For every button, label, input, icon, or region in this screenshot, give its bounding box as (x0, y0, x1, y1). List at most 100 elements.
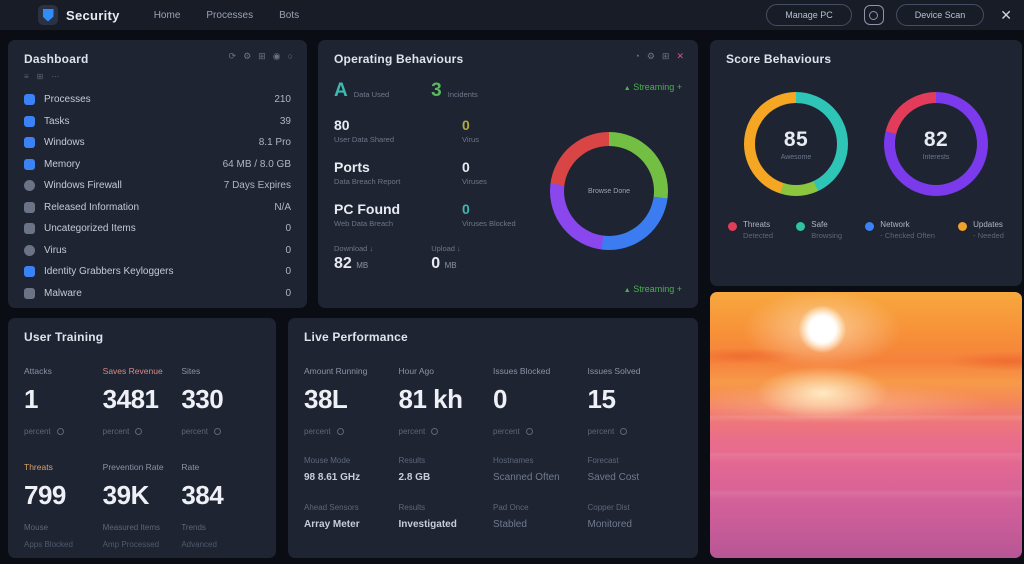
legend-item: Threats Detected (728, 220, 773, 240)
upload-stat: Upload ↓ 0 MB (431, 244, 461, 273)
app-title: Security (66, 8, 120, 23)
legend-item: Network - Checked Often (865, 220, 935, 240)
streaming-indicator-top: ▲ Streaming + (624, 82, 682, 92)
training-grid: Attacks 1percentSaves Revenue 3481percen… (24, 366, 260, 549)
dashboard-list-item[interactable]: Tasks 39 (24, 111, 291, 133)
dashboard-list-item[interactable]: Windows Firewall 7 Days Expires (24, 175, 291, 197)
dots-icon[interactable]: ⋯ (51, 72, 59, 81)
item-value: 0 (285, 288, 291, 299)
dashboard-panel-actions: ⟳ ⚙ ⊞ ◉ ○ (229, 52, 293, 61)
dashboard-list-item[interactable]: Identity Grabbers Keyloggers 0 (24, 261, 291, 283)
stat-value: 80 (334, 117, 462, 133)
sunset-photo (710, 292, 1022, 558)
live-stat: Issues Blocked 0 percent (493, 366, 588, 436)
settings-icon[interactable]: ⚙ (647, 52, 655, 61)
stat-label: Web Data Breach (334, 219, 462, 228)
live-title: Live Performance (304, 330, 682, 344)
refresh-icon[interactable]: ⟳ (229, 52, 237, 61)
items-icon (24, 223, 35, 234)
dashboard-list-item[interactable]: Virus 0 (24, 240, 291, 262)
grid-icon[interactable]: ⊞ (258, 52, 266, 61)
memory-icon (24, 159, 35, 170)
virus-icon (24, 245, 35, 256)
live-detail: Copper Dist Monitored (588, 503, 683, 530)
circle-icon[interactable]: ○ (288, 52, 293, 61)
remove-icon[interactable]: ✕ (676, 52, 684, 61)
item-label: Tasks (44, 116, 70, 127)
download-stat: Download ↓ 82 MB (334, 244, 373, 273)
processes-icon (24, 94, 35, 105)
streaming-indicator-bottom: ▲ Streaming + (624, 284, 682, 294)
stat-value: Ports (334, 159, 462, 175)
dashboard-list-item[interactable]: Uncategorized Items 0 (24, 218, 291, 240)
item-label: Windows (44, 137, 85, 148)
nav-home[interactable]: Home (154, 10, 181, 21)
item-value: 39 (280, 116, 291, 127)
item-label: Windows Firewall (44, 180, 122, 191)
item-value: 0 (285, 223, 291, 234)
info-icon[interactable] (214, 428, 221, 435)
dashboard-list-item[interactable]: Released Information N/A (24, 197, 291, 219)
target-icon[interactable]: ◉ (273, 52, 281, 61)
live-detail: Pad Once Stabled (493, 503, 588, 530)
live-stat: Hour Ago 81 kh percent (399, 366, 494, 436)
operating-panel: Operating Behaviours ◔ ⚙ ⊞ ✕ ▲ Streaming… (318, 40, 698, 308)
info-icon[interactable] (526, 428, 533, 435)
live-detail: Ahead Sensors Array Meter (304, 503, 399, 530)
clock-icon[interactable]: ◔ (634, 52, 639, 61)
training-title: User Training (24, 330, 260, 344)
dashboard-panel: Dashboard ⟳ ⚙ ⊞ ◉ ○ ≡ ⊞ ⋯ Processes 210 … (8, 40, 307, 308)
dashboard-list-item[interactable]: Memory 64 MB / 8.0 GB (24, 154, 291, 176)
app-brand: Security (38, 5, 120, 25)
apps-icon[interactable]: ⊞ (37, 72, 44, 81)
firewall-icon (24, 180, 35, 191)
dashboard-list-item[interactable]: Malware 0 (24, 283, 291, 305)
item-value: 64 MB / 8.0 GB (223, 159, 291, 170)
score-gauge-interests: 82 Interests (884, 92, 988, 196)
stat-right-label: Viruses Blocked (462, 219, 516, 228)
windows-icon (24, 137, 35, 148)
item-value: 0 (285, 245, 291, 256)
info-icon[interactable] (431, 428, 438, 435)
item-value: 8.1 Pro (259, 137, 291, 148)
live-detail: Forecast Saved Cost (588, 456, 683, 483)
operating-title: Operating Behaviours (334, 52, 682, 66)
scan-shield-icon[interactable] (864, 5, 884, 25)
legend-dot-icon (865, 222, 874, 231)
manage-pc-button[interactable]: Manage PC (766, 4, 852, 26)
nav-bots[interactable]: Bots (279, 10, 299, 21)
dashboard-list-item[interactable]: Windows 8.1 Pro (24, 132, 291, 154)
tasks-icon (24, 116, 35, 127)
menu-icon[interactable]: ≡ (24, 72, 29, 81)
training-panel: User Training Attacks 1percentSaves Reve… (8, 318, 276, 558)
nav-processes[interactable]: Processes (206, 10, 253, 21)
score-title: Score Behaviours (726, 52, 1006, 66)
gauge-value: 82 (924, 128, 948, 152)
training-stat: Threats 799MouseApps Blocked (24, 462, 103, 549)
stat-label: Data Breach Report (334, 177, 462, 186)
info-icon[interactable] (135, 428, 142, 435)
up-arrow-icon: ▲ (624, 85, 631, 92)
training-stat: Saves Revenue 3481percent (103, 366, 182, 436)
training-stat: Rate 384TrendsAdvanced (181, 462, 260, 549)
close-icon[interactable]: ✕ (1000, 7, 1012, 24)
item-label: Virus (44, 245, 67, 256)
live-panel: Live Performance Amount Running 38L perc… (288, 318, 698, 558)
grid-icon[interactable]: ⊞ (662, 52, 670, 61)
info-icon[interactable] (57, 428, 64, 435)
settings-icon[interactable]: ⚙ (243, 52, 251, 61)
stat-label: User Data Shared (334, 135, 462, 144)
item-value: 210 (274, 94, 291, 105)
up-arrow-icon: ▲ (624, 287, 631, 294)
gauge-value: 85 (784, 128, 808, 152)
malware-icon (24, 288, 35, 299)
device-scan-button[interactable]: Device Scan (896, 4, 985, 26)
stat-value: PC Found (334, 201, 462, 217)
keylogger-icon (24, 266, 35, 277)
stat-right-value: 0 (462, 117, 479, 133)
training-stat: Sites 330percent (181, 366, 260, 436)
dashboard-list-item[interactable]: Processes 210 (24, 89, 291, 111)
info-icon[interactable] (620, 428, 627, 435)
legend-dot-icon (958, 222, 967, 231)
info-icon[interactable] (337, 428, 344, 435)
